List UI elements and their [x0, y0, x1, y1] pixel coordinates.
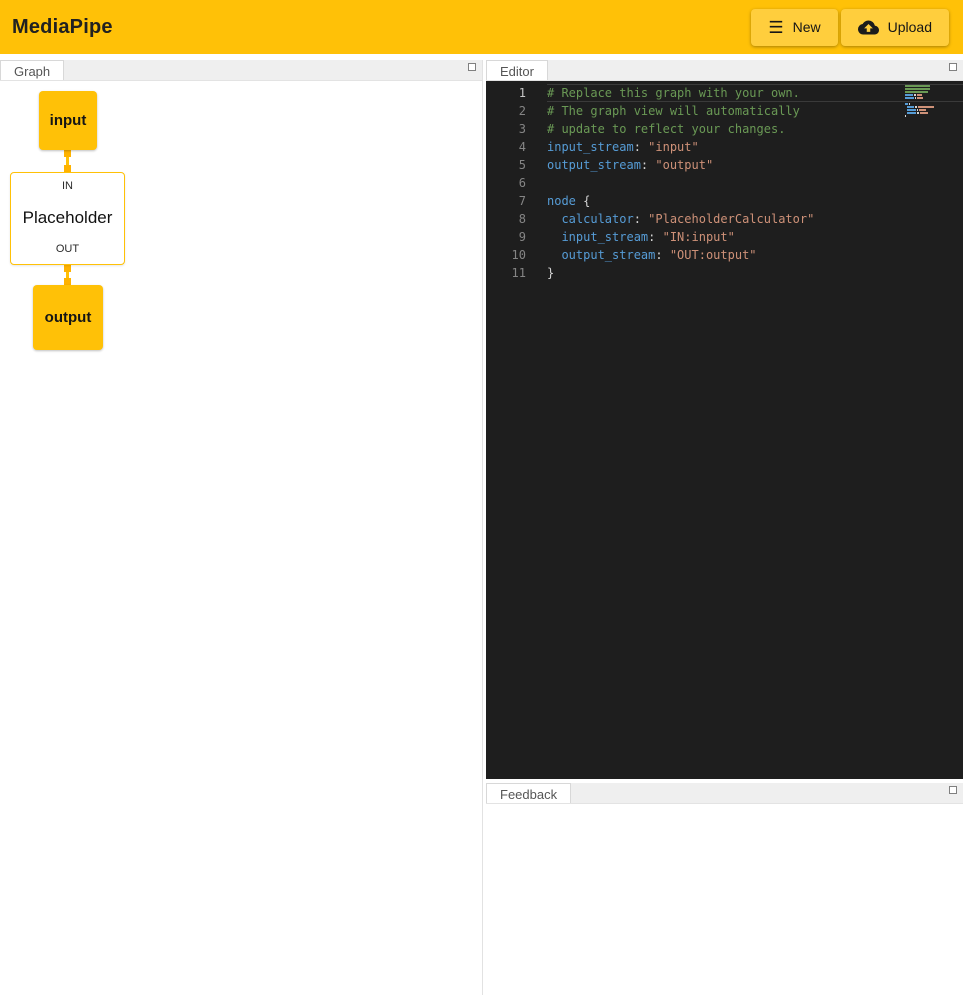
cloud-upload-icon — [858, 17, 879, 38]
graph-node-output[interactable]: output — [33, 285, 103, 350]
maximize-icon[interactable] — [949, 786, 957, 794]
line-number: 2 — [486, 102, 526, 120]
feedback-panel: Feedback — [486, 783, 963, 995]
graph-panel: Graph input IN Placeholder OUT output — [0, 60, 483, 995]
code-line[interactable]: output_stream: "output" — [547, 156, 963, 174]
upload-button-label: Upload — [888, 19, 932, 35]
code-line[interactable]: calculator: "PlaceholderCalculator" — [547, 210, 963, 228]
graph-canvas[interactable]: input IN Placeholder OUT output — [0, 81, 482, 995]
graph-node-input[interactable]: input — [39, 91, 97, 150]
right-column: Editor 1234567891011 # Replace this grap… — [486, 60, 963, 995]
line-number: 8 — [486, 210, 526, 228]
line-number: 9 — [486, 228, 526, 246]
app-header: MediaPipe ☰ New Upload — [0, 0, 963, 54]
editor-code-lines[interactable]: # Replace this graph with your own.# The… — [526, 81, 963, 779]
placeholder-in-port: IN — [62, 180, 73, 192]
minimap-line — [905, 115, 955, 117]
minimap-line — [905, 85, 955, 87]
graph-edge-input-placeholder — [66, 150, 69, 172]
code-line[interactable]: # The graph view will automatically — [547, 102, 963, 120]
feedback-panel-header: Feedback — [486, 783, 963, 804]
code-line[interactable]: node { — [547, 192, 963, 210]
code-line[interactable]: output_stream: "OUT:output" — [547, 246, 963, 264]
app-title: MediaPipe — [12, 16, 113, 39]
placeholder-title: Placeholder — [23, 208, 113, 228]
line-number: 3 — [486, 120, 526, 138]
line-number: 7 — [486, 192, 526, 210]
feedback-content — [486, 804, 963, 995]
minimap-line — [905, 109, 955, 111]
code-line[interactable]: # update to reflect your changes. — [547, 120, 963, 138]
graph-edge-placeholder-output — [66, 265, 69, 285]
tab-graph[interactable]: Graph — [0, 60, 64, 80]
maximize-icon[interactable] — [949, 63, 957, 71]
tab-editor[interactable]: Editor — [486, 60, 548, 80]
editor-gutter: 1234567891011 — [486, 81, 526, 779]
tab-feedback[interactable]: Feedback — [486, 783, 571, 803]
placeholder-out-port: OUT — [56, 243, 79, 255]
upload-button[interactable]: Upload — [841, 9, 949, 46]
code-line[interactable]: input_stream: "input" — [547, 138, 963, 156]
new-button-label: New — [793, 19, 821, 35]
editor-panel: Editor 1234567891011 # Replace this grap… — [486, 60, 963, 779]
graph-panel-header: Graph — [0, 60, 482, 81]
new-button[interactable]: ☰ New — [751, 9, 837, 46]
line-number: 6 — [486, 174, 526, 192]
header-buttons: ☰ New Upload — [751, 9, 951, 46]
code-line[interactable]: input_stream: "IN:input" — [547, 228, 963, 246]
editor-minimap[interactable] — [905, 85, 955, 118]
graph-node-placeholder[interactable]: IN Placeholder OUT — [10, 172, 125, 265]
minimap-line — [905, 97, 955, 99]
menu-icon: ☰ — [768, 19, 783, 36]
code-line[interactable]: # Replace this graph with your own. — [547, 84, 963, 102]
maximize-icon[interactable] — [468, 63, 476, 71]
line-number: 1 — [486, 84, 526, 102]
code-editor[interactable]: 1234567891011 # Replace this graph with … — [486, 81, 963, 779]
line-number: 4 — [486, 138, 526, 156]
minimap-line — [905, 112, 955, 114]
line-number: 10 — [486, 246, 526, 264]
minimap-line — [905, 91, 955, 93]
line-number: 5 — [486, 156, 526, 174]
line-number: 11 — [486, 264, 526, 282]
code-line[interactable]: } — [547, 264, 963, 282]
minimap-line — [905, 103, 955, 105]
editor-panel-header: Editor — [486, 60, 963, 81]
minimap-line — [905, 94, 955, 96]
main-area: Graph input IN Placeholder OUT output Ed… — [0, 54, 963, 995]
minimap-line — [905, 88, 955, 90]
minimap-line — [905, 106, 955, 108]
code-line[interactable] — [547, 174, 963, 192]
minimap-line — [905, 100, 955, 102]
